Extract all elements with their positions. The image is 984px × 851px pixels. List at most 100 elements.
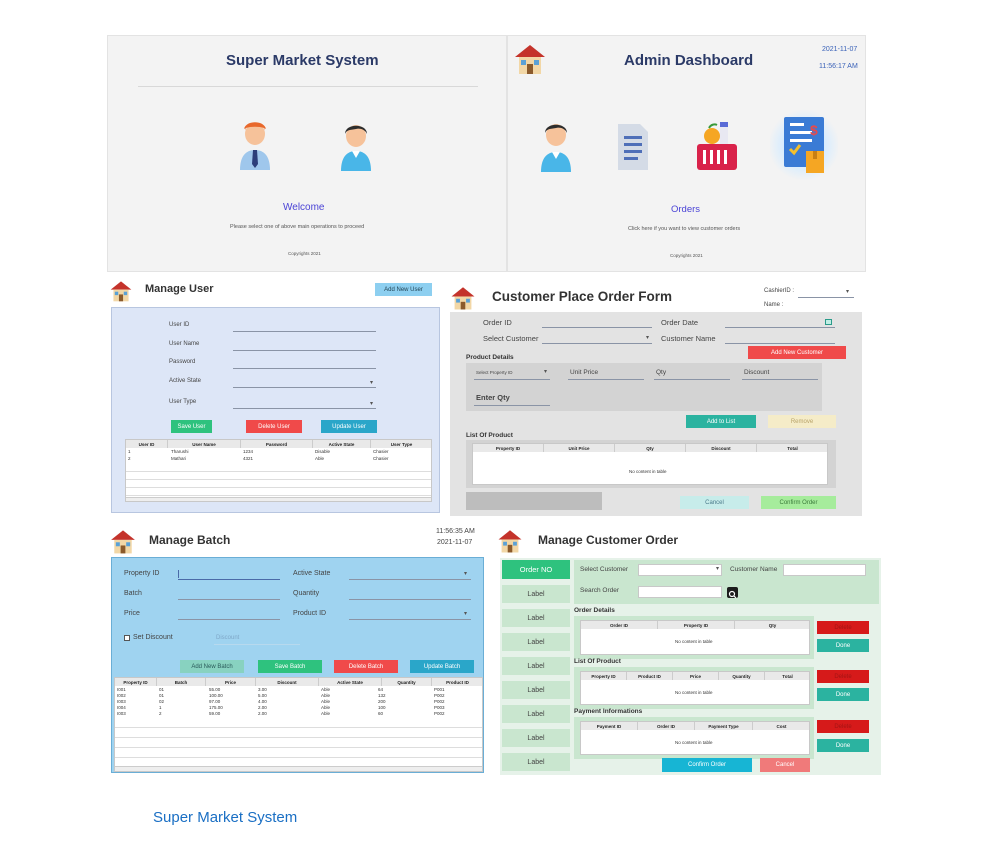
- search-icon[interactable]: [727, 587, 738, 599]
- discount-field[interactable]: [742, 379, 818, 380]
- select-customer-select[interactable]: [542, 343, 652, 344]
- active-state-select[interactable]: [233, 387, 376, 388]
- table-header[interactable]: User ID: [126, 440, 168, 448]
- chevron-down-icon[interactable]: ▾: [464, 610, 467, 617]
- delete-product-button[interactable]: Delete: [817, 670, 869, 683]
- remove-button[interactable]: Remove: [768, 415, 836, 428]
- set-discount-checkbox[interactable]: [124, 635, 130, 641]
- table-header[interactable]: Order ID: [581, 621, 658, 629]
- chevron-down-icon[interactable]: ▾: [370, 379, 373, 386]
- home-icon[interactable]: [110, 528, 136, 555]
- table-header[interactable]: Property ID: [115, 678, 157, 686]
- add-new-batch-button[interactable]: Add New Batch: [180, 660, 244, 673]
- cancel-button[interactable]: Cancel: [760, 758, 810, 772]
- home-icon[interactable]: [110, 279, 132, 303]
- table-header[interactable]: Property ID: [581, 672, 627, 680]
- calendar-icon[interactable]: [825, 319, 832, 325]
- password-field[interactable]: [233, 368, 376, 369]
- table-header[interactable]: Product ID: [627, 672, 673, 680]
- property-id-field[interactable]: [178, 579, 280, 580]
- table-header[interactable]: Property ID: [473, 444, 544, 452]
- table-header[interactable]: Order ID: [638, 722, 695, 730]
- order-label-3[interactable]: Label: [502, 633, 570, 651]
- table-row[interactable]: 2 Mathari 4321 Able Chasier: [126, 456, 431, 463]
- chevron-down-icon[interactable]: ▾: [544, 368, 547, 375]
- table-header[interactable]: Price: [673, 672, 719, 680]
- save-batch-button[interactable]: Save Batch: [258, 660, 322, 673]
- table-header[interactable]: Total: [765, 672, 809, 680]
- table-header[interactable]: User Name: [168, 440, 241, 448]
- order-label-2[interactable]: Label: [502, 609, 570, 627]
- table-header[interactable]: Discount: [686, 444, 757, 452]
- done-product-button[interactable]: Done: [817, 688, 869, 701]
- chevron-down-icon[interactable]: ▾: [846, 288, 849, 295]
- qty-field[interactable]: [654, 379, 730, 380]
- active-state-select[interactable]: [349, 579, 471, 580]
- order-label-7[interactable]: Label: [502, 729, 570, 747]
- welcome-label[interactable]: Welcome: [283, 202, 325, 213]
- table-header[interactable]: Property ID: [658, 621, 735, 629]
- horizontal-scrollbar[interactable]: [126, 497, 431, 501]
- user-type-select[interactable]: [233, 408, 376, 409]
- table-header[interactable]: Payment ID: [581, 722, 638, 730]
- shopping-basket-icon[interactable]: [695, 120, 739, 172]
- chevron-down-icon[interactable]: ▾: [370, 400, 373, 407]
- chevron-down-icon[interactable]: ▾: [716, 565, 719, 572]
- user-id-field[interactable]: [233, 331, 376, 332]
- cashier-user-icon[interactable]: [339, 121, 373, 173]
- order-label-6[interactable]: Label: [502, 705, 570, 723]
- table-header[interactable]: Active State: [319, 678, 382, 686]
- order-label-5[interactable]: Label: [502, 681, 570, 699]
- confirm-order-button[interactable]: Confirm Order: [662, 758, 752, 772]
- confirm-order-button[interactable]: Confirm Order: [761, 496, 836, 509]
- table-header[interactable]: User Type: [371, 440, 431, 448]
- add-new-user-button[interactable]: Add New User: [375, 283, 432, 296]
- chevron-down-icon[interactable]: ▾: [464, 570, 467, 577]
- table-header[interactable]: Password: [241, 440, 313, 448]
- save-user-button[interactable]: Save User: [171, 420, 212, 433]
- order-date-field[interactable]: [725, 327, 835, 328]
- orders-icon[interactable]: $: [770, 109, 838, 181]
- product-id-select[interactable]: [349, 619, 471, 620]
- table-header[interactable]: Payment Type: [695, 722, 753, 730]
- delete-user-button[interactable]: Delete User: [246, 420, 302, 433]
- table-header[interactable]: Product ID: [432, 678, 482, 686]
- done-payment-button[interactable]: Done: [817, 739, 869, 752]
- table-header[interactable]: Batch: [157, 678, 206, 686]
- table-header[interactable]: Qty: [735, 621, 809, 629]
- order-label-8[interactable]: Label: [502, 753, 570, 771]
- update-batch-button[interactable]: Update Batch: [410, 660, 474, 673]
- cashier-icon[interactable]: [538, 120, 574, 174]
- order-label-1[interactable]: Label: [502, 585, 570, 603]
- admin-user-icon[interactable]: [238, 120, 272, 174]
- cancel-button[interactable]: Cancel: [680, 496, 749, 509]
- table-header[interactable]: Qty: [615, 444, 686, 452]
- user-name-field[interactable]: [233, 350, 376, 351]
- discount-field[interactable]: Discount: [216, 635, 239, 641]
- delete-order-button[interactable]: Delete: [817, 621, 869, 634]
- price-field[interactable]: [178, 619, 280, 620]
- table-row[interactable]: I003 2 59.00 2.00 Able 60 P002: [115, 711, 482, 717]
- update-user-button[interactable]: Update User: [321, 420, 377, 433]
- table-header[interactable]: Price: [206, 678, 256, 686]
- order-id-field[interactable]: [542, 327, 652, 328]
- search-order-field[interactable]: [638, 586, 722, 598]
- table-header[interactable]: Unit Price: [544, 444, 615, 452]
- home-icon[interactable]: [450, 285, 476, 311]
- done-order-button[interactable]: Done: [817, 639, 869, 652]
- orders-label[interactable]: Orders: [671, 204, 700, 215]
- table-header[interactable]: Discount: [256, 678, 319, 686]
- select-property-select[interactable]: Select Property ID: [476, 370, 513, 375]
- table-header[interactable]: Total: [757, 444, 827, 452]
- batch-field[interactable]: [178, 599, 280, 600]
- home-icon[interactable]: [497, 528, 523, 554]
- caption-link[interactable]: Super Market System: [153, 809, 297, 826]
- quantity-field[interactable]: [349, 599, 471, 600]
- delete-batch-button[interactable]: Delete Batch: [334, 660, 398, 673]
- chevron-down-icon[interactable]: ▾: [646, 334, 649, 341]
- customer-name-field[interactable]: [783, 564, 866, 576]
- unit-price-field[interactable]: [568, 379, 644, 380]
- customer-name-field[interactable]: [725, 343, 835, 344]
- home-icon[interactable]: [514, 42, 546, 76]
- table-header[interactable]: Quantity: [382, 678, 432, 686]
